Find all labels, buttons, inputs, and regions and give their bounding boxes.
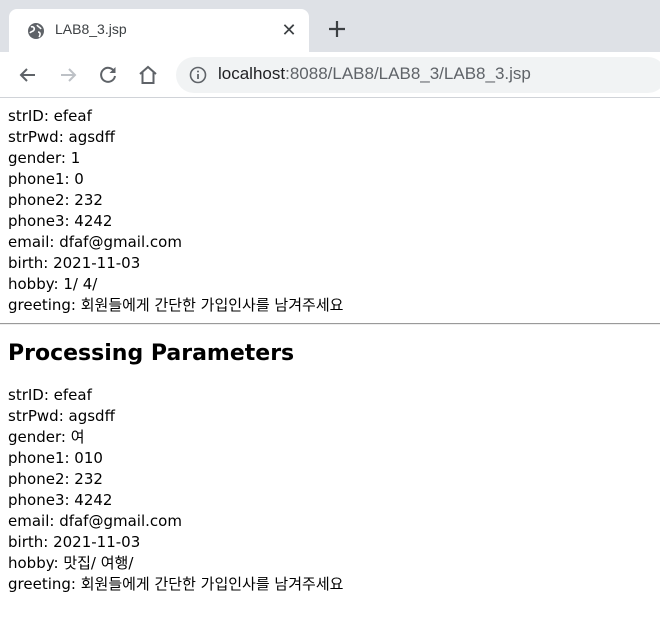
horizontal-rule <box>0 323 660 325</box>
param-line: greeting: 회원들에게 간단한 가입인사를 남겨주세요 <box>8 296 344 314</box>
url-host: localhost <box>218 64 286 83</box>
param-line: strPwd: agsdff <box>8 407 115 425</box>
param-line: phone3: 4242 <box>8 491 113 509</box>
param-line: phone3: 4242 <box>8 212 113 230</box>
param-line: strID: efeaf <box>8 107 92 125</box>
info-icon[interactable] <box>189 66 207 84</box>
tab-title: LAB8_3.jsp <box>55 21 127 37</box>
param-line: hobby: 1/ 4/ <box>8 275 98 293</box>
param-line: strID: efeaf <box>8 386 92 404</box>
param-line: gender: 여 <box>8 428 85 446</box>
param-line: phone2: 232 <box>8 191 103 209</box>
param-line: email: dfaf@gmail.com <box>8 512 182 530</box>
globe-icon <box>28 23 44 39</box>
param-line: gender: 1 <box>8 149 81 167</box>
param-line: strPwd: agsdff <box>8 128 115 146</box>
param-line: greeting: 회원들에게 간단한 가입인사를 남겨주세요 <box>8 575 344 593</box>
param-line: phone1: 0 <box>8 170 84 188</box>
url-path: :8088/LAB8/LAB8_3/LAB8_3.jsp <box>285 64 531 83</box>
processed-parameter-list: strID: efeaf strPwd: agsdff gender: 여 ph… <box>8 385 652 595</box>
param-line: email: dfaf@gmail.com <box>8 233 182 251</box>
raw-parameter-list: strID: efeaf strPwd: agsdff gender: 1 ph… <box>8 106 652 316</box>
plus-icon[interactable] <box>326 18 348 40</box>
param-line: phone1: 010 <box>8 449 103 467</box>
browser-toolbar: localhost:8088/LAB8/LAB8_3/LAB8_3.jsp <box>0 52 660 98</box>
page-content: strID: efeaf strPwd: agsdff gender: 1 ph… <box>0 98 660 595</box>
address-bar[interactable]: localhost:8088/LAB8/LAB8_3/LAB8_3.jsp <box>176 57 660 93</box>
forward-arrow-icon[interactable] <box>56 63 80 87</box>
browser-tab[interactable]: LAB8_3.jsp ✕ <box>9 9 309 52</box>
home-icon[interactable] <box>136 63 160 87</box>
page-heading: Processing Parameters <box>8 341 295 366</box>
reload-icon[interactable] <box>96 63 120 87</box>
back-arrow-icon[interactable] <box>16 63 40 87</box>
param-line: birth: 2021-11-03 <box>8 254 141 272</box>
close-icon[interactable]: ✕ <box>279 21 299 41</box>
param-line: hobby: 맛집/ 여행/ <box>8 554 134 572</box>
param-line: phone2: 232 <box>8 470 103 488</box>
url-text[interactable]: localhost:8088/LAB8/LAB8_3/LAB8_3.jsp <box>218 64 531 84</box>
param-line: birth: 2021-11-03 <box>8 533 141 551</box>
tab-strip: LAB8_3.jsp ✕ <box>0 0 660 52</box>
